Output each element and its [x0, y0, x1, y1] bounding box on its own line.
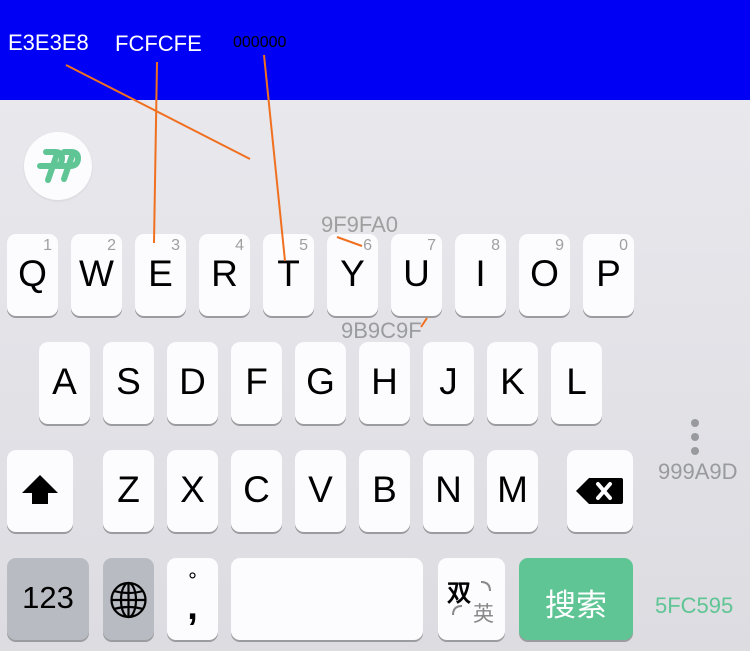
switch-arrows-icon [452, 581, 491, 616]
app-logo[interactable] [24, 132, 92, 200]
key-number-hint: 9 [555, 237, 564, 254]
key-label: V [308, 469, 333, 510]
key-v[interactable]: V [295, 450, 346, 532]
language-switch-key[interactable]: 双 英 [438, 558, 505, 640]
key-label: L [566, 361, 587, 402]
key-label: W [79, 253, 114, 294]
key-label: H [371, 361, 398, 402]
annotation-label: 9F9FA0 [321, 212, 399, 237]
numbers-key[interactable]: 123 [7, 558, 89, 640]
top-bar: E3E3E8 FCFCFE 000000 [0, 0, 750, 100]
key-label: Q [18, 253, 47, 294]
key-number-hint: 6 [363, 237, 372, 254]
shift-icon [22, 475, 58, 504]
key-q[interactable]: Q1 [7, 234, 58, 316]
key-g[interactable]: G [295, 342, 346, 424]
key-c[interactable]: C [231, 450, 282, 532]
key-label: J [439, 361, 458, 402]
key-label: O [530, 253, 559, 294]
key-label: B [372, 469, 397, 510]
annotation-label: FCFCFE [115, 31, 202, 56]
key-label: N [435, 469, 462, 510]
key-n[interactable]: N [423, 450, 474, 532]
numbers-key-label: 123 [22, 580, 74, 615]
key-f[interactable]: F [231, 342, 282, 424]
key-label: K [500, 361, 525, 402]
key-label: Z [117, 469, 140, 510]
backspace-icon [576, 478, 623, 504]
annotation-label: 999A9D [658, 459, 738, 484]
globe-icon [110, 581, 147, 619]
key-label: G [306, 361, 335, 402]
key-label: M [497, 469, 528, 510]
key-k[interactable]: K [487, 342, 538, 424]
candy-p-logo-icon [37, 149, 82, 183]
key-label: U [403, 253, 430, 294]
key-p[interactable]: P0 [583, 234, 634, 316]
annotation-label: E3E3E8 [8, 30, 89, 55]
key-j[interactable]: J [423, 342, 474, 424]
key-t[interactable]: T5 [263, 234, 314, 316]
key-number-hint: 1 [43, 237, 52, 254]
key-number-hint: 8 [491, 237, 500, 254]
key-number-hint: 2 [107, 237, 116, 254]
key-label: C [243, 469, 270, 510]
key-label: P [596, 253, 621, 294]
key-s[interactable]: S [103, 342, 154, 424]
key-y[interactable]: Y6 [327, 234, 378, 316]
key-label: D [179, 361, 206, 402]
key-m[interactable]: M [487, 450, 538, 532]
shift-key[interactable] [7, 450, 73, 532]
key-label: X [180, 469, 205, 510]
key-number-hint: 7 [427, 237, 436, 254]
annotation-label: 5FC595 [655, 593, 734, 618]
punctuation-bottom: , [187, 586, 198, 628]
key-number-hint: 3 [171, 237, 180, 254]
key-b[interactable]: B [359, 450, 410, 532]
key-l[interactable]: L [551, 342, 602, 424]
key-label: R [211, 253, 238, 294]
annotation-label: 000000 [233, 34, 287, 51]
punctuation-key[interactable]: ° , [167, 558, 218, 640]
key-i[interactable]: I8 [455, 234, 506, 316]
search-key[interactable]: 搜索 [519, 558, 633, 640]
search-key-label: 搜索 [545, 588, 607, 623]
key-e[interactable]: E3 [135, 234, 186, 316]
key-h[interactable]: H [359, 342, 410, 424]
key-label: A [52, 361, 77, 402]
key-o[interactable]: O9 [519, 234, 570, 316]
globe-key[interactable] [103, 558, 154, 640]
key-number-hint: 4 [235, 237, 244, 254]
key-label: Y [340, 253, 365, 294]
key-r[interactable]: R4 [199, 234, 250, 316]
key-w[interactable]: W2 [71, 234, 122, 316]
key-u[interactable]: U7 [391, 234, 442, 316]
space-key[interactable] [231, 558, 423, 640]
key-z[interactable]: Z [103, 450, 154, 532]
more-dots-icon[interactable] [688, 416, 702, 460]
key-label: T [277, 253, 300, 294]
annotation-label: 9B9C9F [341, 318, 422, 343]
key-label: I [475, 253, 486, 294]
key-label: S [116, 361, 141, 402]
backspace-key[interactable] [567, 450, 633, 532]
key-a[interactable]: A [39, 342, 90, 424]
key-number-hint: 0 [619, 237, 628, 254]
key-x[interactable]: X [167, 450, 218, 532]
key-label: E [148, 253, 173, 294]
key-d[interactable]: D [167, 342, 218, 424]
key-label: F [245, 361, 268, 402]
key-number-hint: 5 [299, 237, 308, 254]
